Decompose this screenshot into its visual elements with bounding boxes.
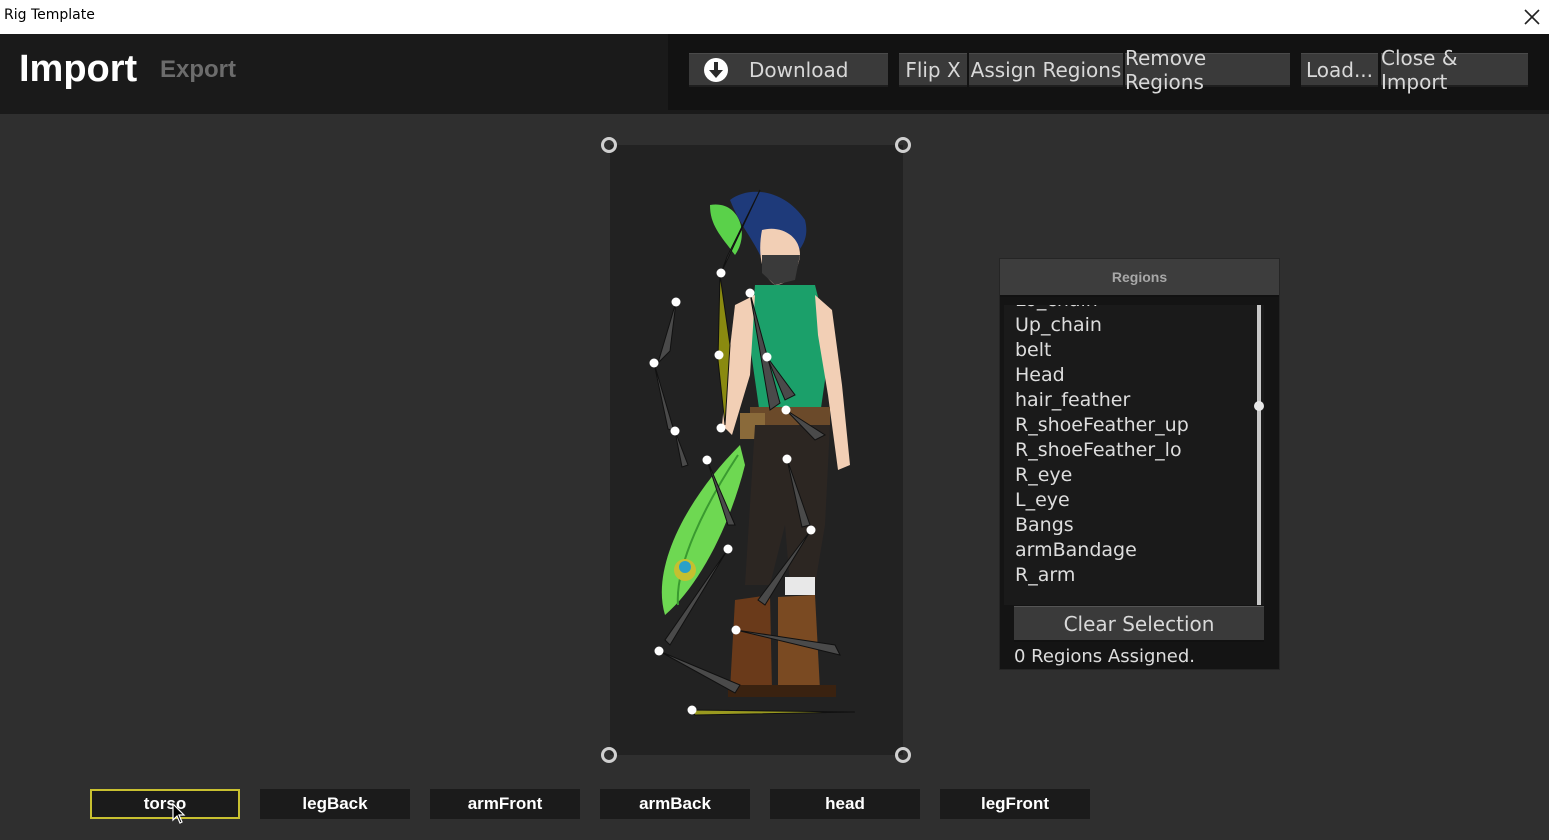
scrollbar-track	[1257, 305, 1261, 605]
window-title: Rig Template	[4, 7, 95, 23]
window-titlebar: Rig Template	[0, 0, 1549, 34]
tab-export[interactable]: Export	[160, 56, 236, 84]
assign-regions-button[interactable]: Assign Regions	[969, 53, 1123, 87]
scrollbar-thumb[interactable]	[1254, 401, 1264, 411]
resize-handle-top-left[interactable]	[601, 137, 617, 153]
close-icon[interactable]	[1518, 3, 1546, 31]
part-button-armfront[interactable]: armFront	[430, 789, 580, 819]
region-item[interactable]: armBandage	[1015, 538, 1189, 563]
character-figure	[649, 189, 856, 716]
part-button-legback[interactable]: legBack	[260, 789, 410, 819]
part-button-torso[interactable]: torso	[90, 789, 240, 819]
toolbar: Download Flip X Assign Regions Remove Re…	[668, 34, 1549, 110]
flip-x-button[interactable]: Flip X	[899, 53, 967, 87]
regions-scrollbar[interactable]	[1254, 305, 1264, 605]
region-item[interactable]: Head	[1015, 363, 1189, 388]
regions-status: 0 Regions Assigned.	[1014, 646, 1196, 667]
region-item[interactable]: hair_feather	[1015, 388, 1189, 413]
header-bar: Import Export Download Flip X Assign Reg…	[0, 34, 1549, 114]
resize-handle-bottom-right[interactable]	[895, 747, 911, 763]
tab-import[interactable]: Import	[19, 48, 137, 91]
download-button[interactable]: Download	[689, 53, 888, 87]
region-item[interactable]: Up_chain	[1015, 313, 1189, 338]
resize-handle-bottom-left[interactable]	[601, 747, 617, 763]
rig-canvas[interactable]	[610, 145, 903, 755]
regions-list[interactable]: Lo_chain Up_chain belt Head hair_feather…	[1004, 305, 1256, 605]
mouse-cursor-icon	[172, 803, 186, 824]
part-button-legfront[interactable]: legFront	[940, 789, 1090, 819]
region-item[interactable]: Bangs	[1015, 513, 1189, 538]
load-button[interactable]: Load...	[1301, 53, 1378, 87]
regions-panel: Regions Lo_chain Up_chain belt Head hair…	[999, 258, 1280, 670]
region-item[interactable]: Lo_chain	[1015, 305, 1189, 313]
resize-handle-top-right[interactable]	[895, 137, 911, 153]
region-item[interactable]: R_eye	[1015, 463, 1189, 488]
clear-selection-button[interactable]: Clear Selection	[1014, 606, 1264, 642]
region-item[interactable]: L_eye	[1015, 488, 1189, 513]
part-button-head[interactable]: head	[770, 789, 920, 819]
region-item[interactable]: R_shoeFeather_lo	[1015, 438, 1189, 463]
remove-regions-button[interactable]: Remove Regions	[1125, 46, 1290, 94]
regions-panel-title: Regions	[1000, 259, 1279, 297]
download-label: Download	[749, 57, 849, 82]
region-item[interactable]: belt	[1015, 338, 1189, 363]
region-item[interactable]: R_shoeFeather_up	[1015, 413, 1189, 438]
close-import-button[interactable]: Close & Import	[1381, 46, 1528, 94]
download-icon	[704, 57, 728, 82]
part-button-armback[interactable]: armBack	[600, 789, 750, 819]
region-item[interactable]: R_arm	[1015, 563, 1189, 588]
